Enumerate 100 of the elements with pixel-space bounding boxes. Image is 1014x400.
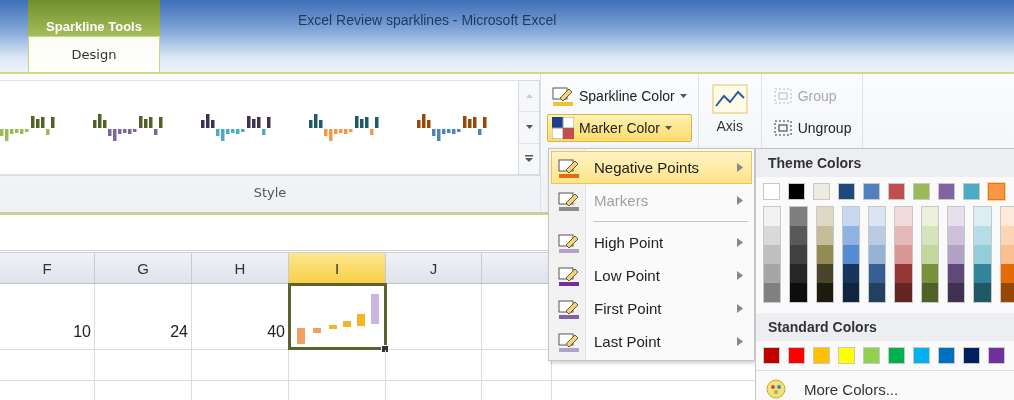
column-header[interactable]: G	[95, 253, 192, 283]
menu-item[interactable]: First Point	[551, 292, 752, 325]
color-swatch[interactable]	[869, 264, 886, 283]
color-swatch[interactable]	[788, 183, 805, 200]
color-swatch[interactable]	[974, 283, 991, 302]
color-swatch[interactable]	[895, 264, 912, 283]
color-swatch[interactable]	[863, 183, 880, 200]
pencil-color-icon	[558, 232, 580, 253]
color-swatch[interactable]	[869, 245, 886, 264]
column-header[interactable]: F	[0, 253, 95, 283]
color-swatch[interactable]	[842, 207, 860, 226]
color-swatch[interactable]	[816, 226, 833, 245]
color-swatch[interactable]	[948, 264, 965, 283]
color-swatch[interactable]	[869, 226, 886, 245]
color-swatch[interactable]	[790, 283, 807, 302]
group-frame-icon	[772, 87, 793, 105]
color-swatch[interactable]	[888, 183, 905, 200]
color-swatch[interactable]	[988, 347, 1005, 364]
color-swatch[interactable]	[1000, 226, 1014, 245]
color-swatch[interactable]	[764, 283, 781, 302]
color-swatch[interactable]	[921, 207, 939, 226]
color-swatch[interactable]	[842, 226, 860, 245]
submenu-arrow-icon	[737, 271, 743, 280]
window-title: Excel Review sparklines - Microsoft Excel	[298, 12, 557, 30]
pencil-color-icon	[558, 331, 580, 352]
color-swatch[interactable]	[921, 264, 939, 283]
color-swatch[interactable]	[816, 264, 833, 283]
color-swatch[interactable]	[788, 347, 805, 364]
color-swatch[interactable]	[963, 347, 980, 364]
column-header[interactable]: J	[386, 253, 482, 283]
menu-item[interactable]: High Point	[551, 226, 752, 259]
caret-icon	[679, 94, 687, 98]
column-header[interactable]: I	[289, 253, 386, 283]
ribbon-button[interactable]: Marker Color	[547, 114, 692, 142]
color-swatch[interactable]	[938, 347, 955, 364]
color-swatch[interactable]	[913, 347, 930, 364]
color-swatch[interactable]	[948, 283, 965, 302]
color-swatch[interactable]	[974, 207, 991, 226]
table-cell: 40	[192, 284, 289, 349]
scroll-down-icon[interactable]	[525, 125, 533, 130]
pencil-icon	[552, 86, 574, 106]
color-swatch[interactable]	[974, 264, 991, 283]
table-cell: 24	[95, 284, 192, 349]
color-swatch[interactable]	[948, 207, 965, 226]
color-swatch[interactable]	[1000, 245, 1014, 264]
marker-squares-icon	[552, 117, 574, 139]
color-swatch[interactable]	[863, 347, 880, 364]
color-swatch[interactable]	[764, 226, 781, 245]
color-swatch[interactable]	[790, 245, 807, 264]
fill-handle[interactable]	[381, 345, 389, 353]
menu-item[interactable]: Low Point	[551, 259, 752, 292]
more-colors-link[interactable]: More Colors...	[804, 380, 899, 398]
color-swatch[interactable]	[816, 207, 833, 226]
color-swatch[interactable]	[838, 347, 855, 364]
color-swatch[interactable]	[869, 283, 886, 302]
color-swatch[interactable]	[948, 245, 965, 264]
color-swatch[interactable]	[1000, 264, 1014, 283]
color-swatch[interactable]	[974, 245, 991, 264]
color-swatch[interactable]	[813, 183, 830, 200]
color-swatch[interactable]	[816, 245, 833, 264]
color-swatch[interactable]	[842, 264, 860, 283]
color-swatch[interactable]	[921, 226, 939, 245]
color-swatch[interactable]	[790, 264, 807, 283]
color-swatch[interactable]	[895, 283, 912, 302]
color-swatch[interactable]	[838, 183, 855, 200]
color-swatch[interactable]	[921, 245, 939, 264]
color-swatch[interactable]	[764, 264, 781, 283]
color-swatch[interactable]	[813, 347, 830, 364]
menu-item[interactable]: Negative Points	[551, 151, 752, 184]
color-swatch[interactable]	[764, 207, 781, 226]
color-swatch[interactable]	[842, 283, 860, 302]
color-swatch[interactable]	[895, 207, 912, 226]
color-swatch[interactable]	[913, 183, 930, 200]
ribbon-button[interactable]: Sparkline Color	[547, 82, 692, 110]
pencil-color-icon	[558, 265, 580, 286]
color-swatch[interactable]	[963, 183, 980, 200]
color-swatch[interactable]	[895, 245, 912, 264]
color-swatch[interactable]	[764, 245, 781, 264]
color-swatch[interactable]	[948, 226, 965, 245]
color-swatch[interactable]	[974, 226, 991, 245]
ribbon-button[interactable]: Ungroup	[767, 114, 857, 142]
ribbon-tab[interactable]: Design	[28, 36, 160, 72]
submenu-arrow-icon	[737, 304, 743, 313]
color-swatch[interactable]	[938, 183, 955, 200]
scroll-up-icon[interactable]	[525, 94, 533, 99]
color-swatch[interactable]	[921, 283, 939, 302]
color-swatch[interactable]	[790, 226, 807, 245]
color-swatch[interactable]	[1000, 283, 1014, 302]
color-swatch[interactable]	[869, 207, 886, 226]
color-swatch[interactable]	[763, 183, 780, 200]
menu-item[interactable]: Last Point	[551, 325, 752, 358]
color-swatch[interactable]	[842, 245, 860, 264]
expand-gallery-icon[interactable]	[525, 155, 534, 163]
color-swatch[interactable]	[988, 183, 1005, 200]
color-swatch[interactable]	[895, 226, 912, 245]
color-swatch[interactable]	[1000, 207, 1014, 226]
color-swatch[interactable]	[763, 347, 780, 364]
color-swatch[interactable]	[888, 347, 905, 364]
color-swatch[interactable]	[816, 283, 833, 302]
color-swatch[interactable]	[790, 207, 807, 226]
